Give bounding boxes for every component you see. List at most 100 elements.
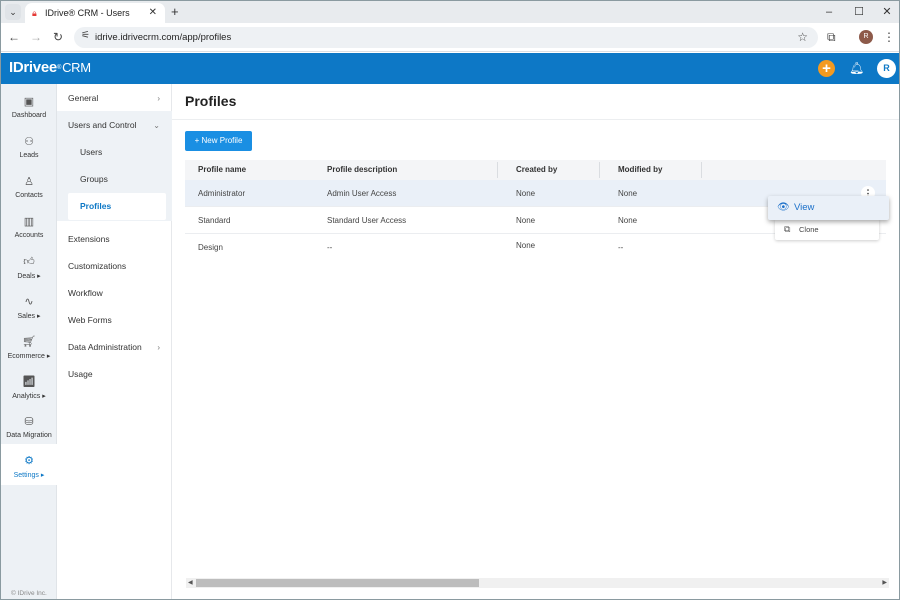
menu-item-label: View (794, 202, 815, 213)
address-bar[interactable]: ⚟ idrive.idrivecrm.com/app/profiles ☆ (74, 27, 818, 48)
new-profile-label: New Profile (201, 136, 243, 145)
rail-item-accounts[interactable]: ▥ Accounts (1, 209, 57, 249)
bookmark-star-icon[interactable]: ☆ (797, 29, 808, 45)
profile-description-cell: Admin User Access (327, 189, 397, 198)
rail-label: Sales ▸ (17, 313, 41, 320)
sidebar-item-customizations[interactable]: Customizations (57, 253, 172, 280)
browser-toolbar: ← → ↻ ⚟ idrive.idrivecrm.com/app/profile… (1, 23, 899, 52)
rail-item-dashboard[interactable]: ▣ Dashboard (1, 89, 57, 129)
close-tab-icon[interactable]: ✕ (149, 3, 157, 23)
sidebar-item-web-forms[interactable]: Web Forms (57, 307, 172, 334)
sidebar-item-profiles[interactable]: Profiles (68, 193, 166, 220)
menu-item-clone[interactable]: ⧉ Clone (775, 219, 879, 240)
sidebar-item-workflow[interactable]: Workflow (57, 280, 172, 307)
plus-icon: + (194, 136, 202, 145)
minimize-button[interactable]: – (819, 3, 839, 21)
created-by-cell: None (516, 216, 536, 225)
column-header-modified-by[interactable]: Modified by (618, 160, 662, 180)
contacts-icon: ♙ (24, 176, 34, 188)
data-migration-icon: ⛁ (24, 416, 34, 428)
app-header: IDrivee®CRM + 🔔︎ R (1, 53, 899, 84)
analytics-icon: 📶︎ (22, 376, 36, 388)
rail-label: Analytics ▸ (12, 393, 46, 400)
scroll-left-arrow-icon[interactable]: ◀ (188, 578, 193, 588)
sidebar-item-extensions[interactable]: Extensions (57, 226, 172, 253)
settings-sidebar: General › Users and Control ⌄ Users Grou… (57, 84, 172, 599)
sidebar-item-users-and-control[interactable]: Users and Control ⌄ (57, 112, 172, 139)
extensions-icon[interactable]: ⧉ (827, 29, 836, 45)
forward-icon[interactable]: → (28, 29, 44, 45)
rail-item-sales[interactable]: ∿ Sales ▸ (1, 289, 57, 329)
new-tab-button[interactable]: + (171, 3, 179, 21)
url-text[interactable]: idrive.idrivecrm.com/app/profiles (95, 27, 231, 48)
profile-name-cell[interactable]: Standard (198, 207, 230, 234)
sidebar-label: Data Administration (68, 342, 142, 352)
ecommerce-icon: 🛒︎ (22, 336, 36, 348)
reload-icon[interactable]: ↻ (50, 29, 66, 45)
maximize-button[interactable]: ☐ (849, 3, 869, 21)
page-title: Profiles (185, 93, 237, 109)
close-window-button[interactable]: ✕ (877, 3, 897, 21)
profile-name-cell[interactable]: Administrator (198, 180, 245, 207)
column-separator[interactable] (599, 162, 600, 178)
rail-item-ecommerce[interactable]: 🛒︎ Ecommerce ▸ (1, 329, 57, 369)
profile-name-cell[interactable]: Design (198, 234, 223, 261)
sidebar-item-groups[interactable]: Groups (68, 166, 166, 193)
sales-icon: ∿ (24, 296, 34, 308)
horizontal-scrollbar[interactable]: ◀ ▶ (186, 578, 889, 588)
rail-label: Data Migration (6, 432, 52, 439)
quick-add-button[interactable]: + (818, 60, 835, 77)
rail-item-analytics[interactable]: 📶︎ Analytics ▸ (1, 369, 57, 409)
dashboard-icon: ▣ (23, 96, 35, 108)
sidebar-item-data-administration[interactable]: Data Administration › (57, 334, 172, 361)
scrollbar-thumb[interactable] (196, 579, 479, 587)
column-header-created-by[interactable]: Created by (516, 160, 557, 180)
browser-profile-avatar[interactable]: R (859, 30, 873, 44)
notifications-bell-icon[interactable]: 🔔︎ (849, 60, 864, 76)
column-header-profile-name[interactable]: Profile name (198, 160, 246, 180)
sidebar-item-usage[interactable]: Usage (57, 361, 172, 388)
back-icon[interactable]: ← (6, 29, 22, 45)
rail-label: Deals ▸ (17, 273, 41, 280)
chevron-right-icon: › (157, 94, 160, 103)
sidebar-label: Users and Control (68, 120, 137, 130)
column-header-profile-description[interactable]: Profile description (327, 160, 397, 180)
user-avatar[interactable]: R (877, 59, 896, 78)
browser-tab[interactable]: 🔒︎ IDrive® CRM - Users ✕ (25, 3, 165, 23)
column-separator[interactable] (497, 162, 498, 178)
modified-by-cell: None (618, 189, 638, 198)
browser-window: ⌄ 🔒︎ IDrive® CRM - Users ✕ + – ☐ ✕ ← → ↻… (0, 0, 900, 600)
rail-item-contacts[interactable]: ♙ Contacts (1, 169, 57, 209)
new-profile-button[interactable]: + New Profile (185, 131, 252, 151)
menu-item-view[interactable]: 👁︎ View (768, 196, 889, 220)
site-settings-icon[interactable]: ⚟ (81, 30, 90, 41)
row-context-menu: ⧉ Clone (775, 219, 879, 240)
sidebar-item-users[interactable]: Users (68, 139, 166, 166)
column-separator[interactable] (701, 162, 702, 178)
clone-icon: ⧉ (784, 224, 791, 234)
rail-item-data-migration[interactable]: ⛁ Data Migration (1, 409, 57, 449)
main-content: Profiles + New Profile Profile name Prof… (172, 84, 899, 599)
profile-description-cell: -- (327, 243, 333, 252)
users-and-control-group: Users and Control ⌄ Users Groups Profile… (57, 111, 172, 221)
tab-list-button[interactable]: ⌄ (5, 4, 21, 20)
settings-icon: ⚙ (24, 455, 34, 467)
rail-label: Leads (19, 152, 39, 159)
eye-icon: 👁︎ (777, 202, 790, 213)
idrive-crm-logo[interactable]: IDrivee®CRM (9, 59, 91, 77)
logo-product: CRM (62, 60, 91, 75)
sidebar-item-general[interactable]: General › (57, 85, 172, 112)
leads-icon: ⚇ (24, 136, 34, 148)
browser-menu-icon[interactable]: ⋮ (883, 29, 895, 45)
tab-title: IDrive® CRM - Users (45, 8, 130, 18)
logo-brand: IDrive (9, 59, 49, 76)
menu-item-label: Clone (799, 225, 819, 234)
rail-item-deals[interactable]: 👍︎ Deals ▸ (1, 249, 57, 289)
rail-label: Accounts (14, 232, 44, 239)
rail-item-leads[interactable]: ⚇ Leads (1, 129, 57, 169)
chevron-down-icon: ⌄ (153, 121, 160, 130)
idrive-favicon-icon: 🔒︎ (32, 8, 37, 18)
rail-item-settings[interactable]: ⚙ Settings ▸ (1, 444, 57, 485)
scroll-right-arrow-icon[interactable]: ▶ (882, 578, 887, 588)
tab-strip: ⌄ 🔒︎ IDrive® CRM - Users ✕ + – ☐ ✕ (1, 1, 899, 23)
